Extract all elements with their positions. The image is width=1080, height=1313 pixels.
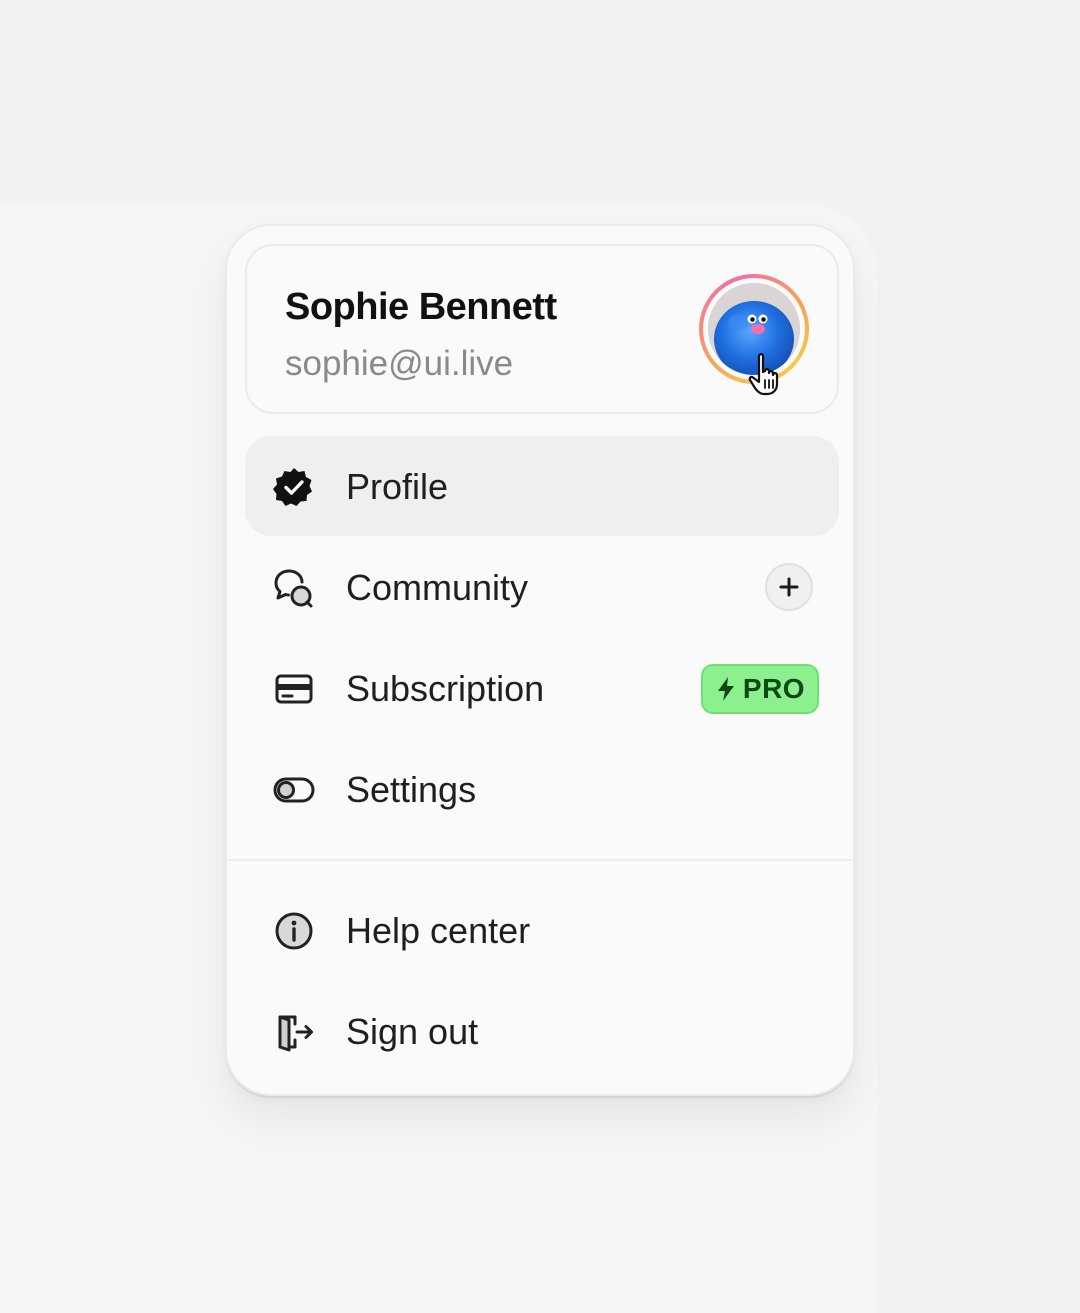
menu-item-profile[interactable]: Profile (245, 436, 839, 536)
menu-item-label: Sign out (346, 1011, 479, 1052)
info-icon (275, 912, 313, 950)
menu-item-label: Profile (346, 466, 449, 507)
toggle-icon (273, 777, 315, 803)
community-add-button[interactable] (765, 563, 813, 611)
plus-icon (779, 577, 799, 597)
menu-item-community[interactable]: Community (245, 537, 839, 637)
menu-item-sign-out[interactable]: Sign out (245, 981, 839, 1081)
menu-item-label: Subscription (346, 668, 545, 709)
pro-badge: PRO (701, 664, 819, 714)
account-menu: Sophie Bennett sophie@ui.live Profile Co… (225, 224, 855, 1096)
menu-item-label: Help center (346, 910, 531, 951)
lightning-bolt-icon (717, 677, 734, 701)
menu-item-label: Settings (346, 769, 477, 810)
hand-pointer-cursor-icon (748, 353, 779, 396)
chat-bubbles-icon (274, 569, 313, 608)
credit-card-icon (275, 674, 313, 704)
user-name: Sophie Bennett (285, 286, 557, 328)
sign-out-icon (278, 1015, 313, 1052)
menu-item-help-center[interactable]: Help center (245, 880, 839, 980)
menu-item-settings[interactable]: Settings (245, 739, 839, 839)
menu-item-label: Community (346, 567, 529, 608)
user-header: Sophie Bennett sophie@ui.live (245, 244, 839, 414)
verified-badge-icon (273, 468, 312, 506)
menu-item-subscription[interactable]: Subscription PRO (245, 638, 839, 738)
user-email: sophie@ui.live (285, 344, 514, 383)
pro-badge-label: PRO (742, 673, 806, 704)
menu-divider (227, 859, 853, 861)
